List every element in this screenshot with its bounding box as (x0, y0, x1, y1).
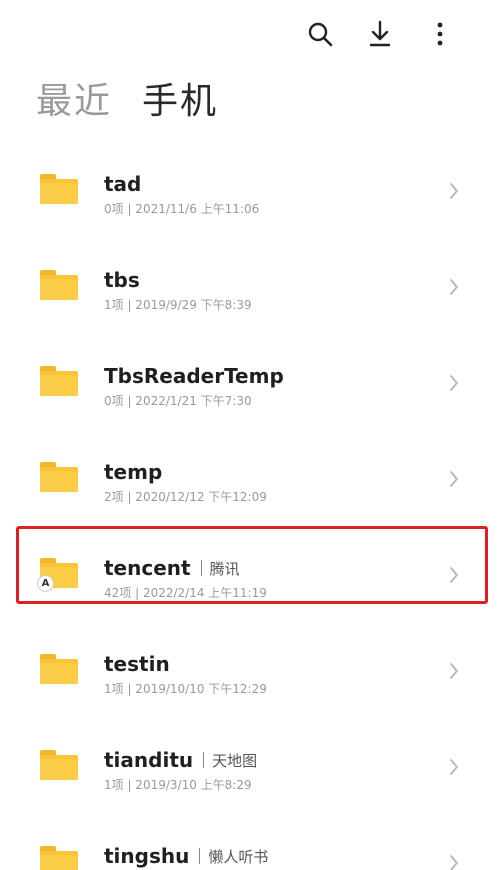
folder-icon (40, 654, 78, 684)
folder-row[interactable]: tbs 1项 | 2019/9/29 下午8:39 (0, 236, 500, 332)
folder-row[interactable]: Atencent 腾讯 42项 | 2022/2/14 上午11:19 (0, 524, 500, 620)
download-button[interactable] (350, 14, 410, 54)
alias-divider (203, 752, 205, 768)
folder-name: tingshu (104, 844, 190, 868)
folder-icon (40, 174, 78, 204)
folder-name: tianditu (104, 748, 194, 772)
alias-divider (199, 848, 201, 864)
folder-icon (40, 270, 78, 300)
tab-recent[interactable]: 最近 (36, 80, 112, 124)
download-icon (369, 20, 391, 47)
folder-icon (40, 366, 78, 396)
folder-icon: A (37, 558, 78, 592)
chevron-right-icon (446, 180, 462, 202)
folder-icon (40, 846, 78, 870)
folder-meta: 2项 | 2020/12/12 下午12:09 (104, 490, 267, 504)
folder-meta: 1项 | 2019/10/10 下午12:29 (104, 682, 267, 696)
folder-meta: 1项 | 2019/9/29 下午8:39 (104, 298, 252, 312)
folder-title-line: tianditu 天地图 (104, 748, 257, 772)
folder-meta: 1项 | 2019/3/10 上午8:29 (104, 778, 252, 792)
folder-icon (40, 750, 78, 780)
folder-title-line: tingshu 懒人听书 (104, 844, 268, 868)
folder-title-line: tencent 腾讯 (104, 556, 240, 580)
folder-meta: 0项 | 2022/1/21 下午7:30 (104, 394, 252, 408)
folder-name: tencent (104, 556, 191, 580)
folder-name: temp (104, 460, 163, 484)
folder-icon (40, 462, 78, 492)
chevron-right-icon (446, 276, 462, 298)
alias-divider (200, 560, 202, 576)
folder-name: testin (104, 652, 170, 676)
more-vertical-icon (437, 22, 443, 46)
folder-alias: 天地图 (212, 751, 258, 770)
top-toolbar (290, 14, 470, 54)
file-list: tad 0项 | 2021/11/6 上午11:06 tbs 1项 | 2019/9/… (0, 140, 500, 870)
folder-row[interactable]: tianditu 天地图 1项 | 2019/3/10 上午8:29 (0, 716, 500, 812)
folder-meta: 0项 | 2021/11/6 上午11:06 (104, 202, 260, 216)
chevron-right-icon (446, 660, 462, 682)
chevron-right-icon (446, 372, 462, 394)
folder-row[interactable]: testin 1项 | 2019/10/10 下午12:29 (0, 620, 500, 716)
folder-title-line: testin (104, 652, 170, 676)
folder-meta: 42项 | 2022/2/14 上午11:19 (104, 586, 267, 600)
folder-row[interactable]: tingshu 懒人听书 (0, 812, 500, 870)
file-manager-screen: 最近 手机 tad 0项 | 2021/11/6 上午11:06 tbs 1项 | 2… (0, 0, 500, 870)
folder-title-line: temp (104, 460, 162, 484)
search-icon (308, 22, 333, 47)
folder-title-line: tbs (104, 268, 140, 292)
folder-row[interactable]: tad 0项 | 2021/11/6 上午11:06 (0, 140, 500, 236)
app-badge-icon: A (37, 575, 54, 592)
folder-row[interactable]: TbsReaderTemp 0项 | 2022/1/21 下午7:30 (0, 332, 500, 428)
chevron-right-icon (446, 756, 462, 778)
chevron-right-icon (446, 468, 462, 490)
chevron-right-icon (446, 564, 462, 586)
folder-alias: 腾讯 (209, 559, 240, 578)
folder-alias: 懒人听书 (208, 847, 269, 866)
tab-phone[interactable]: 手机 (142, 80, 218, 124)
folder-title-line: tad (104, 172, 141, 196)
folder-name: TbsReaderTemp (104, 364, 284, 388)
folder-row[interactable]: temp 2项 | 2020/12/12 下午12:09 (0, 428, 500, 524)
chevron-right-icon (446, 852, 462, 870)
location-tabs: 最近 手机 (36, 80, 218, 124)
more-options-button[interactable] (410, 14, 470, 54)
search-button[interactable] (290, 14, 350, 54)
folder-title-line: TbsReaderTemp (104, 364, 284, 388)
folder-name: tad (104, 172, 142, 196)
folder-name: tbs (104, 268, 140, 292)
